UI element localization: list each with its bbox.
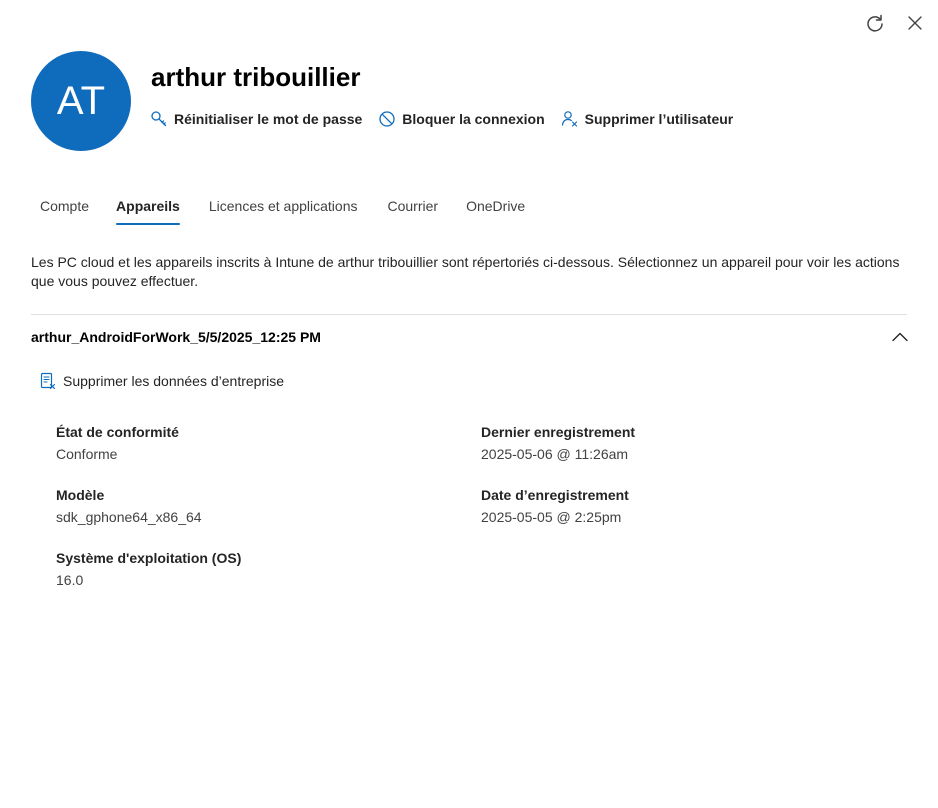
tab-compte[interactable]: Compte: [40, 192, 89, 225]
user-actions: Réinitialiser le mot de passe Bloquer la…: [150, 110, 749, 128]
tab-onedrive[interactable]: OneDrive: [466, 192, 525, 225]
model-label: Modèle: [56, 487, 105, 503]
devices-description: Les PC cloud et les appareils inscrits à…: [31, 254, 900, 289]
close-icon: [908, 16, 922, 30]
property-last-checkin: Dernier enregistrement 2025-05-06 @ 11:2…: [481, 424, 635, 462]
last-checkin-value: 2025-05-06 @ 11:26am: [481, 446, 629, 462]
avatar: AT: [31, 51, 131, 151]
block-icon: [378, 110, 396, 128]
tab-licences[interactable]: Licences et applications: [209, 192, 358, 225]
tab-appareils[interactable]: Appareils: [116, 192, 180, 225]
delete-user-button[interactable]: Supprimer l’utilisateur: [561, 110, 734, 128]
reset-password-label: Réinitialiser le mot de passe: [174, 111, 363, 127]
os-label: Système d'exploitation (OS): [56, 550, 242, 566]
delete-user-icon: [561, 110, 579, 128]
property-compliance: État de conformité Conforme: [56, 424, 179, 462]
wipe-data-icon: [39, 372, 57, 390]
model-value: sdk_gphone64_x86_64: [56, 509, 202, 525]
wipe-label: Supprimer les données d’entreprise: [63, 373, 285, 389]
compliance-value: Conforme: [56, 446, 118, 462]
os-value: 16.0: [56, 572, 84, 588]
device-name: arthur_AndroidForWork_5/5/2025_12:25 PM: [31, 329, 321, 345]
enrolled-date-label: Date d’enregistrement: [481, 487, 629, 503]
block-signin-button[interactable]: Bloquer la connexion: [378, 110, 545, 128]
property-model: Modèle sdk_gphone64_x86_64: [56, 487, 202, 525]
page-title: arthur tribouillier: [151, 62, 361, 92]
tab-list: Compte Appareils Licences et application…: [31, 192, 525, 225]
avatar-initials: AT: [56, 78, 106, 123]
property-enrolled-date: Date d’enregistrement 2025-05-05 @ 2:25p…: [481, 487, 629, 525]
key-icon: [150, 110, 168, 128]
device-accordion-header[interactable]: arthur_AndroidForWork_5/5/2025_12:25 PM: [31, 326, 909, 348]
delete-user-label: Supprimer l’utilisateur: [584, 111, 734, 127]
refresh-icon: [867, 14, 883, 32]
compliance-label: État de conformité: [56, 424, 179, 440]
refresh-button[interactable]: [864, 12, 886, 34]
divider: [31, 314, 907, 315]
wipe-corporate-data-button[interactable]: Supprimer les données d’entreprise: [39, 372, 284, 390]
property-os: Système d'exploitation (OS) 16.0: [56, 550, 241, 588]
enrolled-date-value: 2025-05-05 @ 2:25pm: [481, 509, 622, 525]
reset-password-button[interactable]: Réinitialiser le mot de passe: [150, 110, 362, 128]
last-checkin-label: Dernier enregistrement: [481, 424, 636, 440]
block-signin-label: Bloquer la connexion: [402, 111, 545, 127]
chevron-up-icon[interactable]: [891, 328, 909, 346]
tab-courrier[interactable]: Courrier: [388, 192, 439, 225]
close-button[interactable]: [904, 12, 926, 34]
